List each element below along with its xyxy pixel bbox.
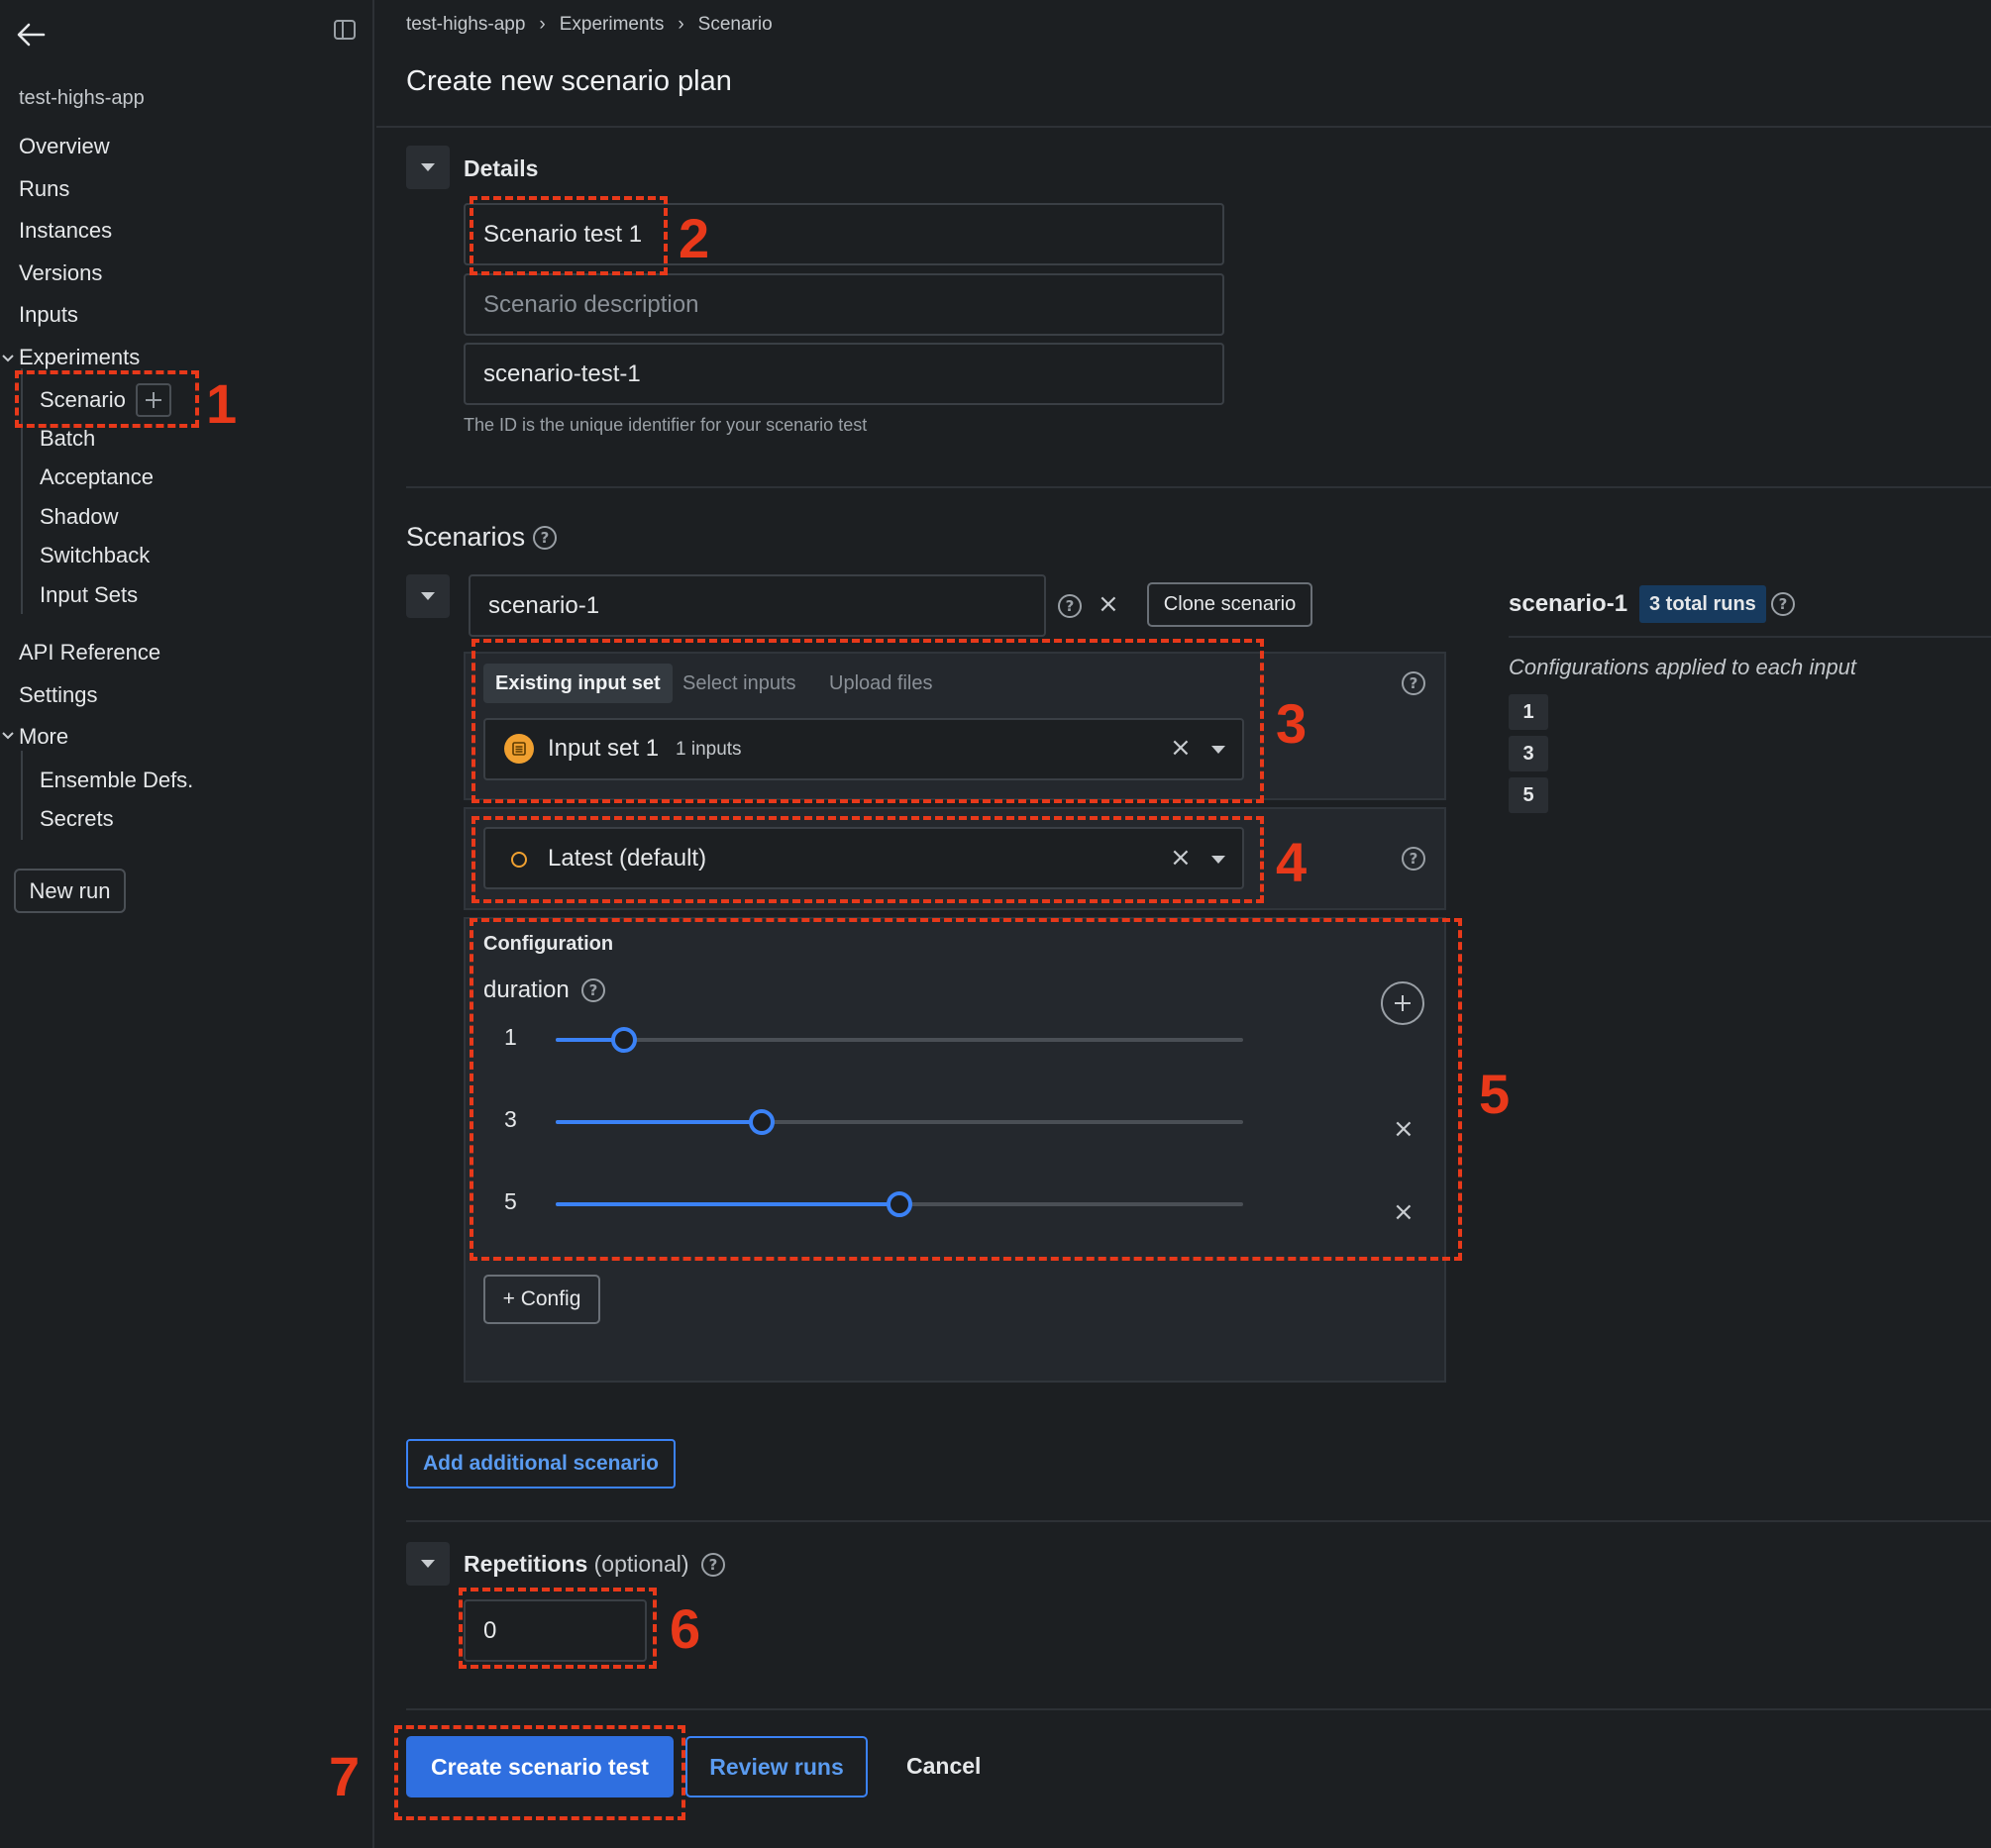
annotation-box-4	[472, 816, 1264, 903]
repetitions-heading: Repetitions (optional)	[464, 1551, 689, 1578]
annotation-box-3	[472, 639, 1264, 803]
sidebar-item-runs[interactable]: Runs	[19, 176, 69, 202]
repetitions-optional: (optional)	[593, 1551, 689, 1577]
summary-divider	[1509, 636, 1991, 638]
scenario-collapse-button[interactable]	[406, 574, 450, 618]
more-subtree-line	[21, 751, 23, 840]
sidebar-item-shadow[interactable]: Shadow	[40, 504, 119, 530]
annotation-number-3: 3	[1276, 692, 1308, 755]
sidebar-item-ensemble-defs[interactable]: Ensemble Defs.	[40, 768, 193, 793]
summary-scenario-name: scenario-1	[1509, 590, 1628, 617]
chevron-down-icon[interactable]	[1, 353, 15, 364]
id-helper-text: The ID is the unique identifier for your…	[464, 415, 868, 435]
sidebar-toggle-icon[interactable]	[333, 18, 357, 42]
scenario-id-input[interactable]: scenario-test-1	[464, 343, 1224, 405]
sidebar-app-name: test-highs-app	[19, 87, 145, 109]
sidebar-item-secrets[interactable]: Secrets	[40, 806, 114, 832]
caret-down-icon	[421, 163, 435, 171]
annotation-box-1	[15, 370, 199, 428]
help-icon[interactable]: ?	[701, 1553, 725, 1577]
back-arrow-icon[interactable]	[16, 22, 46, 48]
page-title: Create new scenario plan	[406, 65, 732, 97]
sidebar-item-more[interactable]: More	[19, 724, 68, 750]
sidebar-item-overview[interactable]: Overview	[19, 134, 110, 159]
add-additional-scenario-button[interactable]: Add additional scenario	[406, 1439, 676, 1489]
breadcrumb-app[interactable]: test-highs-app	[406, 14, 525, 36]
scenarios-heading: Scenarios	[406, 522, 526, 552]
sidebar-item-inputs[interactable]: Inputs	[19, 302, 78, 328]
sidebar-item-acceptance[interactable]: Acceptance	[40, 464, 154, 490]
sidebar: test-highs-app Overview Runs Instances V…	[0, 0, 374, 1848]
sidebar-item-input-sets[interactable]: Input Sets	[40, 582, 138, 608]
header-divider	[376, 126, 1991, 128]
sidebar-item-instances[interactable]: Instances	[19, 218, 112, 244]
details-divider	[406, 486, 1991, 488]
repetitions-title: Repetitions	[464, 1551, 588, 1577]
cancel-button[interactable]: Cancel	[906, 1753, 981, 1780]
details-heading: Details	[464, 155, 539, 181]
help-icon[interactable]: ?	[1771, 592, 1795, 616]
annotation-box-6	[459, 1588, 657, 1669]
annotation-number-6: 6	[670, 1597, 701, 1660]
help-icon[interactable]: ?	[1402, 847, 1425, 871]
scenario-title-input[interactable]: scenario-1	[469, 574, 1046, 637]
caret-down-icon	[421, 592, 435, 600]
chevron-down-icon[interactable]	[1, 730, 15, 742]
add-config-button[interactable]: + Config	[483, 1275, 600, 1324]
breadcrumb-scenario[interactable]: Scenario	[698, 14, 773, 36]
help-icon[interactable]: ?	[533, 526, 557, 550]
breadcrumb: test-highs-app › Experiments › Scenario	[406, 14, 773, 36]
scenarios-divider	[406, 1520, 1991, 1522]
review-runs-button[interactable]: Review runs	[685, 1736, 868, 1797]
remove-scenario-icon[interactable]: ×	[1098, 591, 1119, 617]
annotation-number-1: 1	[206, 372, 238, 435]
annotation-number-5: 5	[1479, 1063, 1511, 1125]
sidebar-item-batch[interactable]: Batch	[40, 426, 95, 452]
annotation-box-7	[394, 1725, 685, 1820]
summary-config-badge: 5	[1509, 777, 1548, 813]
help-icon[interactable]: ?	[1402, 671, 1425, 695]
annotation-box-2	[470, 196, 668, 275]
caret-down-icon	[421, 1560, 435, 1568]
clone-scenario-button[interactable]: Clone scenario	[1147, 582, 1312, 627]
sidebar-item-switchback[interactable]: Switchback	[40, 543, 150, 568]
summary-subtitle: Configurations applied to each input	[1509, 655, 1857, 679]
breadcrumb-chevron-icon: ›	[539, 14, 546, 35]
annotation-number-4: 4	[1276, 831, 1308, 893]
new-run-button[interactable]: New run	[14, 869, 126, 913]
breadcrumb-experiments[interactable]: Experiments	[560, 14, 665, 36]
summary-config-badge: 3	[1509, 736, 1548, 771]
details-collapse-button[interactable]	[406, 146, 450, 189]
breadcrumb-chevron-icon: ›	[678, 14, 684, 35]
help-icon[interactable]: ?	[1058, 594, 1082, 618]
sidebar-item-versions[interactable]: Versions	[19, 260, 102, 286]
total-runs-badge: 3 total runs	[1639, 585, 1766, 623]
sidebar-item-api-reference[interactable]: API Reference	[19, 640, 160, 666]
repetitions-collapse-button[interactable]	[406, 1542, 450, 1586]
annotation-number-2: 2	[679, 207, 710, 269]
annotation-box-5	[470, 918, 1462, 1261]
footer-divider	[406, 1708, 1991, 1710]
sidebar-item-experiments[interactable]: Experiments	[19, 345, 140, 370]
annotation-number-7: 7	[329, 1745, 361, 1807]
scenario-description-input[interactable]: Scenario description	[464, 273, 1224, 336]
sidebar-item-settings[interactable]: Settings	[19, 682, 98, 708]
summary-config-badge: 1	[1509, 694, 1548, 730]
